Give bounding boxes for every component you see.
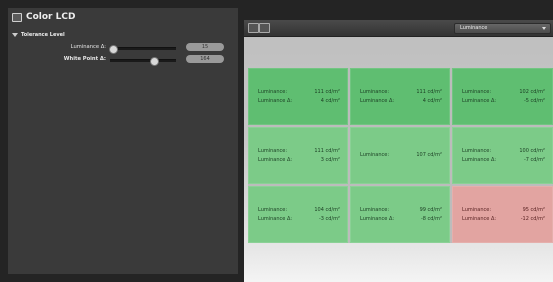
luminance-delta-label: Luminance Δ: [462,216,497,222]
luminance-value: 102 cd/m² [519,89,545,95]
grid-cell: Luminance: 111 cd/m² Luminance Δ: 4 cd/m… [350,68,450,125]
luminance-delta-value: -8 cd/m² [420,216,442,222]
luminance-delta-value: -3 cd/m² [318,216,340,222]
luminance-delta-slider[interactable] [109,45,176,54]
luminance-label: Luminance: [258,148,288,154]
settings-panel: Color LCD Tolerance Level Luminance Δ: 1… [8,8,238,274]
luminance-delta-label: Luminance Δ: [258,157,293,163]
grid-cell-reference: Luminance: 107 cd/m² [350,127,450,184]
view-toolbar: Luminance [244,20,553,37]
grid-cell: Luminance: 104 cd/m² Luminance Δ: -3 cd/… [248,186,348,243]
luminance-label: Luminance: [258,207,288,213]
luminance-value: 100 cd/m² [519,148,545,154]
luminance-delta-label: Luminance Δ: [360,98,395,104]
white-point-delta-slider[interactable] [110,57,176,66]
luminance-delta-value: 4 cd/m² [422,98,442,104]
luminance-value: 107 cd/m² [416,152,442,158]
luminance-label: Luminance: [258,89,288,95]
grid-cell: Luminance: 111 cd/m² Luminance Δ: 4 cd/m… [248,68,348,125]
window-title: Color LCD [26,12,76,22]
luminance-value: 99 cd/m² [419,207,442,213]
luminance-value: 111 cd/m² [416,89,442,95]
section-label: Tolerance Level [21,32,65,38]
luminance-label: Luminance: [462,207,492,213]
luminance-value: 104 cd/m² [314,207,340,213]
grid-view-icon[interactable] [248,23,259,33]
grid-cell-fail: Luminance: 95 cd/m² Luminance Δ: -12 cd/… [452,186,553,243]
white-point-delta-field[interactable]: 164 [186,55,224,63]
luminance-value: 111 cd/m² [314,89,340,95]
luminance-delta-label: Luminance Δ: [462,157,497,163]
luminance-delta-slider-knob[interactable] [109,45,119,54]
grid-cell: Luminance: 111 cd/m² Luminance Δ: 3 cd/m… [248,127,348,184]
luminance-delta-value: 4 cd/m² [320,98,340,104]
luminance-label: Luminance: [360,152,390,158]
grid-cell: Luminance: 99 cd/m² Luminance Δ: -8 cd/m… [350,186,450,243]
mode-select-value: Luminance [460,25,488,31]
luminance-delta-value: -7 cd/m² [523,157,545,163]
mode-select[interactable]: Luminance [454,23,551,34]
luminance-delta-value: -5 cd/m² [523,98,545,104]
luminance-delta-label: Luminance Δ: [70,44,106,50]
luminance-value: 95 cd/m² [522,207,545,213]
luminance-label: Luminance: [462,89,492,95]
luminance-delta-label: Luminance Δ: [258,98,293,104]
luminance-delta-label: Luminance Δ: [258,216,293,222]
luminance-delta-value: -12 cd/m² [520,216,545,222]
luminance-delta-value: 3 cd/m² [320,157,340,163]
luminance-delta-control: Luminance Δ: 15 [8,43,238,54]
luminance-label: Luminance: [462,148,492,154]
white-point-delta-label: White Point Δ: [63,56,106,62]
luminance-value: 111 cd/m² [314,148,340,154]
uniformity-grid: Luminance: 111 cd/m² Luminance Δ: 4 cd/m… [248,68,553,243]
luminance-delta-label: Luminance Δ: [462,98,497,104]
grid-cell: Luminance: 100 cd/m² Luminance Δ: -7 cd/… [452,127,553,184]
window-title-row: Color LCD [12,12,75,22]
luminance-delta-label: Luminance Δ: [360,216,395,222]
luminance-label: Luminance: [360,207,390,213]
display-icon [12,12,22,22]
tolerance-section-header[interactable]: Tolerance Level [12,32,65,38]
chevron-down-icon [542,27,546,30]
luminance-delta-field[interactable]: 15 [186,43,224,51]
grid-cell: Luminance: 102 cd/m² Luminance Δ: -5 cd/… [452,68,553,125]
image-view-icon[interactable] [259,23,270,33]
white-point-delta-control: White Point Δ: 164 [8,55,238,66]
luminance-label: Luminance: [360,89,390,95]
disclosure-triangle-icon[interactable] [12,33,18,37]
white-point-delta-slider-knob[interactable] [150,57,160,66]
